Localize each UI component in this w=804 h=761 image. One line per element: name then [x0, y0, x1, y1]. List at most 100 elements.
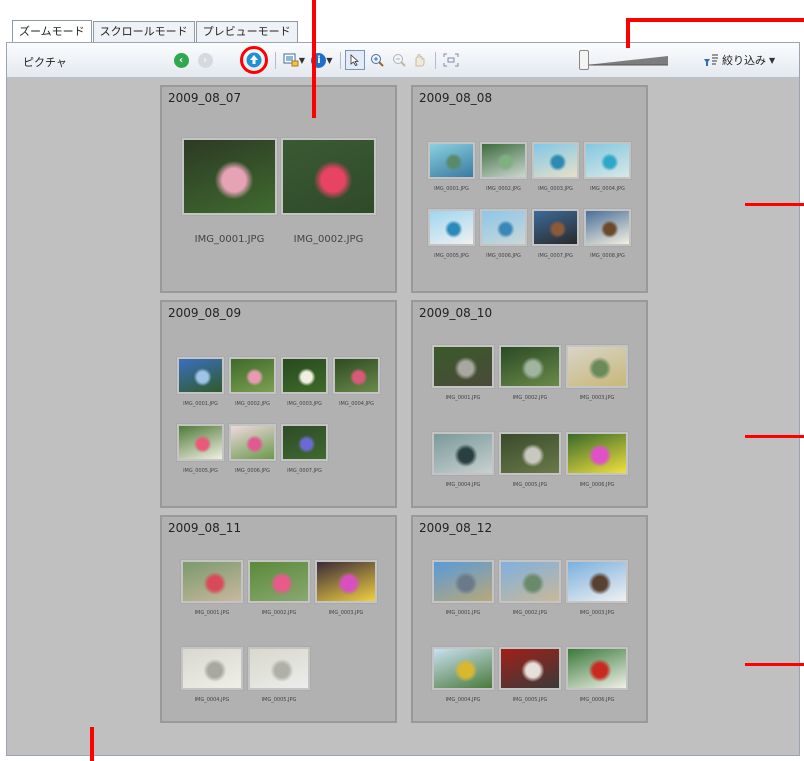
photo-thumbnail[interactable]	[431, 431, 495, 476]
mode-tabs: ズームモード スクロールモード プレビューモード	[12, 20, 299, 43]
date-group-title: 2009_08_11	[168, 521, 242, 535]
photo-thumbnail[interactable]	[565, 344, 629, 389]
photo-image	[501, 562, 559, 601]
photo-caption: IMG_0006.JPG	[579, 697, 615, 703]
photo-thumbnail[interactable]	[498, 431, 562, 476]
photo-thumbnail[interactable]	[176, 356, 225, 395]
filter-label: 絞り込み	[722, 54, 766, 67]
photo-thumbnail[interactable]	[431, 344, 495, 389]
photo-thumbnail[interactable]	[228, 356, 277, 395]
photo-thumbnail[interactable]	[180, 646, 244, 691]
back-button[interactable]: ‹	[171, 50, 191, 70]
zoom-slider-thumb[interactable]	[579, 50, 589, 70]
tab-scroll-mode[interactable]: スクロールモード	[92, 21, 195, 42]
photo-caption: IMG_0002.JPG	[235, 401, 270, 407]
date-group[interactable]: 2009_08_07 IMG_0001.JPG IMG_0002.JPG	[160, 85, 397, 293]
photo-thumbnail[interactable]	[427, 141, 476, 180]
photo-image	[482, 211, 525, 244]
thumbnail-area: 2009_08_07 IMG_0001.JPG IMG_0002.JPG 2009_0…	[7, 78, 799, 755]
photo-image	[283, 426, 326, 459]
tab-zoom-mode[interactable]: ズームモード	[12, 20, 92, 43]
photo-thumbnail[interactable]	[498, 559, 562, 604]
date-group[interactable]: 2009_08_12 IMG_0001.JPG IMG_0002.JPG IMG_00…	[411, 515, 648, 723]
photo-thumbnail[interactable]	[479, 141, 528, 180]
photo-caption: IMG_0008.JPG	[590, 253, 625, 259]
photo-thumbnail[interactable]	[583, 208, 632, 247]
photo-thumbnail[interactable]	[583, 141, 632, 180]
photo-thumbnail[interactable]	[176, 423, 225, 462]
photo-thumbnail[interactable]	[180, 559, 244, 604]
photo-thumbnail[interactable]	[431, 559, 495, 604]
filter-button[interactable]: 絞り込み ▼	[703, 52, 775, 68]
select-icon	[350, 54, 359, 66]
photo-thumbnail[interactable]	[498, 344, 562, 389]
date-group-title: 2009_08_08	[419, 91, 493, 105]
photo-thumbnail[interactable]	[565, 646, 629, 691]
photo-thumbnail[interactable]	[531, 208, 580, 247]
date-group[interactable]: 2009_08_08 IMG_0001.JPG IMG_0002.JPG IMG_00…	[411, 85, 648, 293]
photo-thumbnail[interactable]	[280, 423, 329, 462]
photo-image	[335, 359, 378, 392]
photo-thumbnail[interactable]	[280, 137, 377, 216]
photo-image	[501, 649, 559, 688]
forward-button[interactable]: ›	[195, 50, 215, 70]
photo-thumbnail[interactable]	[479, 208, 528, 247]
photo-thumbnail[interactable]	[565, 431, 629, 476]
zoom-slider-track[interactable]	[586, 56, 668, 66]
photo-thumbnail[interactable]	[314, 559, 378, 604]
photo-image	[250, 562, 308, 601]
photo-thumbnail[interactable]	[431, 646, 495, 691]
photo-caption: IMG_0002.JPG	[512, 395, 548, 401]
photo-thumbnail[interactable]	[280, 356, 329, 395]
up-icon	[240, 46, 268, 74]
photo-caption: IMG_0005.JPG	[183, 468, 218, 474]
toolbar: ピクチャ ‹ › ▼ i ▼ 絞り込み ▼	[7, 43, 799, 78]
photo-caption: IMG_0003.JPG	[538, 186, 573, 192]
photo-caption: IMG_0003.JPG	[579, 395, 615, 401]
photo-thumbnail[interactable]	[565, 559, 629, 604]
photo-caption: IMG_0001.JPG	[445, 610, 481, 616]
photo-image	[534, 144, 577, 177]
zoom-in-button[interactable]	[367, 50, 387, 70]
photo-thumbnail[interactable]	[332, 356, 381, 395]
photo-image	[501, 434, 559, 473]
photo-image	[434, 649, 492, 688]
pan-icon	[415, 54, 425, 67]
photo-image	[430, 211, 473, 244]
photo-thumbnail[interactable]	[498, 646, 562, 691]
photo-image	[231, 359, 274, 392]
photo-thumbnail[interactable]	[531, 141, 580, 180]
photo-caption: IMG_0001.JPG	[183, 401, 218, 407]
photo-caption: IMG_0006.JPG	[579, 482, 615, 488]
photo-image	[586, 211, 629, 244]
view-menu-button[interactable]: ▼	[281, 50, 307, 70]
photo-caption: IMG_0004.JPG	[590, 186, 625, 192]
date-group[interactable]: 2009_08_10 IMG_0001.JPG IMG_0002.JPG IMG_00…	[411, 300, 648, 508]
zoom-out-button[interactable]	[389, 50, 409, 70]
date-group-title: 2009_08_07	[168, 91, 242, 105]
photo-image	[183, 649, 241, 688]
back-icon: ‹	[173, 52, 189, 68]
pan-button[interactable]	[409, 50, 429, 70]
photo-image	[482, 144, 525, 177]
photo-caption: IMG_0003.JPG	[328, 610, 364, 616]
select-tool-button[interactable]	[345, 50, 365, 70]
photo-image	[250, 649, 308, 688]
date-group[interactable]: 2009_08_09 IMG_0001.JPG IMG_0002.JPG IMG_00…	[160, 300, 397, 508]
tab-preview-mode[interactable]: プレビューモード	[195, 21, 298, 42]
photo-thumbnail[interactable]	[247, 646, 311, 691]
photo-thumbnail[interactable]	[247, 559, 311, 604]
up-button[interactable]	[239, 45, 269, 75]
photo-thumbnail[interactable]	[228, 423, 277, 462]
photo-thumbnail[interactable]	[427, 208, 476, 247]
photo-caption: IMG_0002.JPG	[261, 610, 297, 616]
photo-thumbnail[interactable]	[181, 137, 278, 216]
viewer-frame: ピクチャ ‹ › ▼ i ▼ 絞り込み ▼ 2009_08_07 IMG_000…	[6, 42, 800, 756]
fit-button[interactable]	[441, 50, 461, 70]
photo-caption: IMG_0002.JPG	[512, 610, 548, 616]
photo-caption: IMG_0006.JPG	[486, 253, 521, 259]
date-group[interactable]: 2009_08_11 IMG_0001.JPG IMG_0002.JPG IMG_00…	[160, 515, 397, 723]
photo-caption: IMG_0005.JPG	[512, 482, 548, 488]
date-group-title: 2009_08_12	[419, 521, 493, 535]
forward-icon: ›	[197, 52, 213, 68]
